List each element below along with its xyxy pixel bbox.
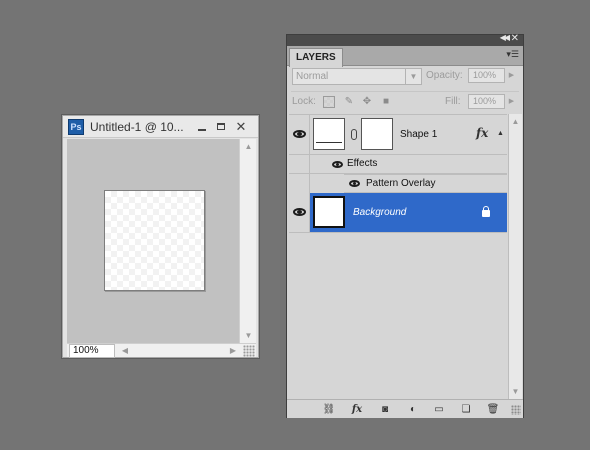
resize-grip-icon[interactable] — [511, 405, 521, 415]
chain-link-icon[interactable] — [351, 129, 357, 140]
opacity-label: Opacity: — [426, 70, 463, 81]
layer-row-shape-1[interactable]: Shape 1 fx ▲ — [289, 115, 507, 155]
vector-mask-thumbnail[interactable] — [361, 118, 393, 150]
visibility-spacer — [289, 174, 310, 193]
eye-icon — [293, 208, 306, 216]
layers-panel: ◀◀ ✕ LAYERS ▾☰ Normal ▼ Opacity: 100% ▶ … — [286, 33, 524, 418]
layers-footer-toolbar: ⛓ fx ◙ ◐ ▭ ❏ 🗑 — [287, 399, 523, 418]
visibility-spacer — [289, 155, 310, 173]
document-title: Untitled-1 @ 10... — [90, 120, 184, 134]
effects-row[interactable]: Effects — [289, 155, 507, 174]
expand-effects-icon[interactable]: ▲ — [497, 130, 504, 137]
blend-mode-row: Normal ▼ Opacity: 100% ▶ — [291, 67, 519, 87]
minimize-button[interactable] — [195, 120, 209, 134]
scroll-left-icon[interactable]: ◀ — [119, 344, 131, 358]
document-window: Ps Untitled-1 @ 10... ✕ ▲ ▼ 100% ◀ ▶ — [62, 115, 259, 358]
visibility-toggle[interactable] — [289, 193, 310, 232]
scroll-down-icon[interactable]: ▼ — [241, 328, 256, 343]
lock-transparent-pixels-icon[interactable] — [323, 96, 335, 108]
maximize-icon — [217, 123, 225, 130]
trash-icon[interactable]: 🗑 — [486, 403, 500, 416]
layers-scrollbar[interactable]: ▲ ▼ — [508, 114, 522, 399]
layer-thumbnail[interactable] — [313, 118, 345, 150]
lock-position-icon[interactable]: ✥ — [361, 96, 373, 108]
new-layer-icon[interactable]: ❏ — [459, 403, 473, 416]
chevron-down-icon: ▼ — [405, 69, 421, 84]
opacity-slider-icon[interactable]: ▶ — [506, 68, 517, 83]
add-layer-style-icon[interactable]: fx — [350, 403, 364, 416]
eye-icon — [293, 130, 306, 138]
vertical-scrollbar[interactable]: ▲ ▼ — [239, 139, 256, 343]
effects-label: Effects — [347, 158, 378, 169]
lock-icon — [482, 206, 490, 217]
fill-slider-icon[interactable]: ▶ — [506, 94, 517, 109]
document-canvas[interactable] — [104, 190, 205, 291]
effect-row-pattern-overlay[interactable]: Pattern Overlay — [344, 174, 507, 193]
collapse-panel-icon[interactable]: ◀◀ — [500, 33, 510, 42]
fx-icon[interactable]: fx — [476, 126, 488, 140]
close-button[interactable]: ✕ — [234, 120, 248, 134]
zoom-level-field[interactable]: 100% — [69, 344, 115, 358]
panel-tab-strip: LAYERS ▾☰ — [287, 46, 523, 67]
tab-layers[interactable]: LAYERS — [289, 48, 343, 67]
adjustment-layer-icon[interactable]: ◐ — [406, 403, 420, 416]
opacity-field[interactable]: 100% — [468, 68, 505, 83]
document-titlebar[interactable]: Ps Untitled-1 @ 10... ✕ — [63, 116, 258, 138]
scroll-right-icon[interactable]: ▶ — [227, 344, 239, 358]
scroll-up-icon[interactable]: ▲ — [241, 139, 256, 154]
layer-name[interactable]: Background — [353, 207, 406, 218]
scroll-down-icon[interactable]: ▼ — [509, 384, 522, 399]
lock-row: Lock: ✎ ✥ ■ Fill: 100% ▶ — [291, 91, 519, 111]
layer-row-background[interactable]: Background — [289, 193, 507, 233]
scroll-up-icon[interactable]: ▲ — [509, 114, 522, 129]
fill-field[interactable]: 100% — [468, 94, 505, 109]
blend-mode-select[interactable]: Normal ▼ — [292, 68, 422, 85]
photoshop-app-icon: Ps — [68, 119, 84, 135]
eye-icon[interactable] — [332, 161, 343, 168]
fill-label: Fill: — [445, 96, 461, 107]
close-panel-icon[interactable]: ✕ — [511, 33, 519, 44]
blend-mode-value: Normal — [296, 71, 329, 82]
status-bar: 100% ◀ ▶ — [67, 343, 256, 358]
resize-grip-icon[interactable] — [243, 345, 255, 357]
layer-list: Shape 1 fx ▲ Effects Pattern Overlay Bac… — [289, 114, 507, 399]
link-layers-icon[interactable]: ⛓ — [322, 403, 336, 416]
maximize-button[interactable] — [214, 120, 228, 134]
lock-label: Lock: — [292, 96, 316, 107]
effect-name: Pattern Overlay — [366, 178, 436, 189]
add-mask-icon[interactable]: ◙ — [378, 403, 392, 416]
lock-all-icon[interactable]: ■ — [380, 96, 392, 108]
canvas-workspace[interactable] — [67, 139, 239, 343]
new-group-icon[interactable]: ▭ — [432, 403, 446, 416]
panel-menu-icon[interactable]: ▾☰ — [506, 49, 519, 60]
visibility-toggle[interactable] — [289, 115, 310, 154]
lock-image-pixels-icon[interactable]: ✎ — [343, 96, 355, 108]
layer-thumbnail[interactable] — [313, 196, 345, 228]
panel-topbar[interactable]: ◀◀ ✕ — [287, 33, 523, 46]
minimize-icon — [198, 129, 206, 131]
layer-name[interactable]: Shape 1 — [400, 129, 437, 140]
eye-icon[interactable] — [349, 180, 360, 187]
